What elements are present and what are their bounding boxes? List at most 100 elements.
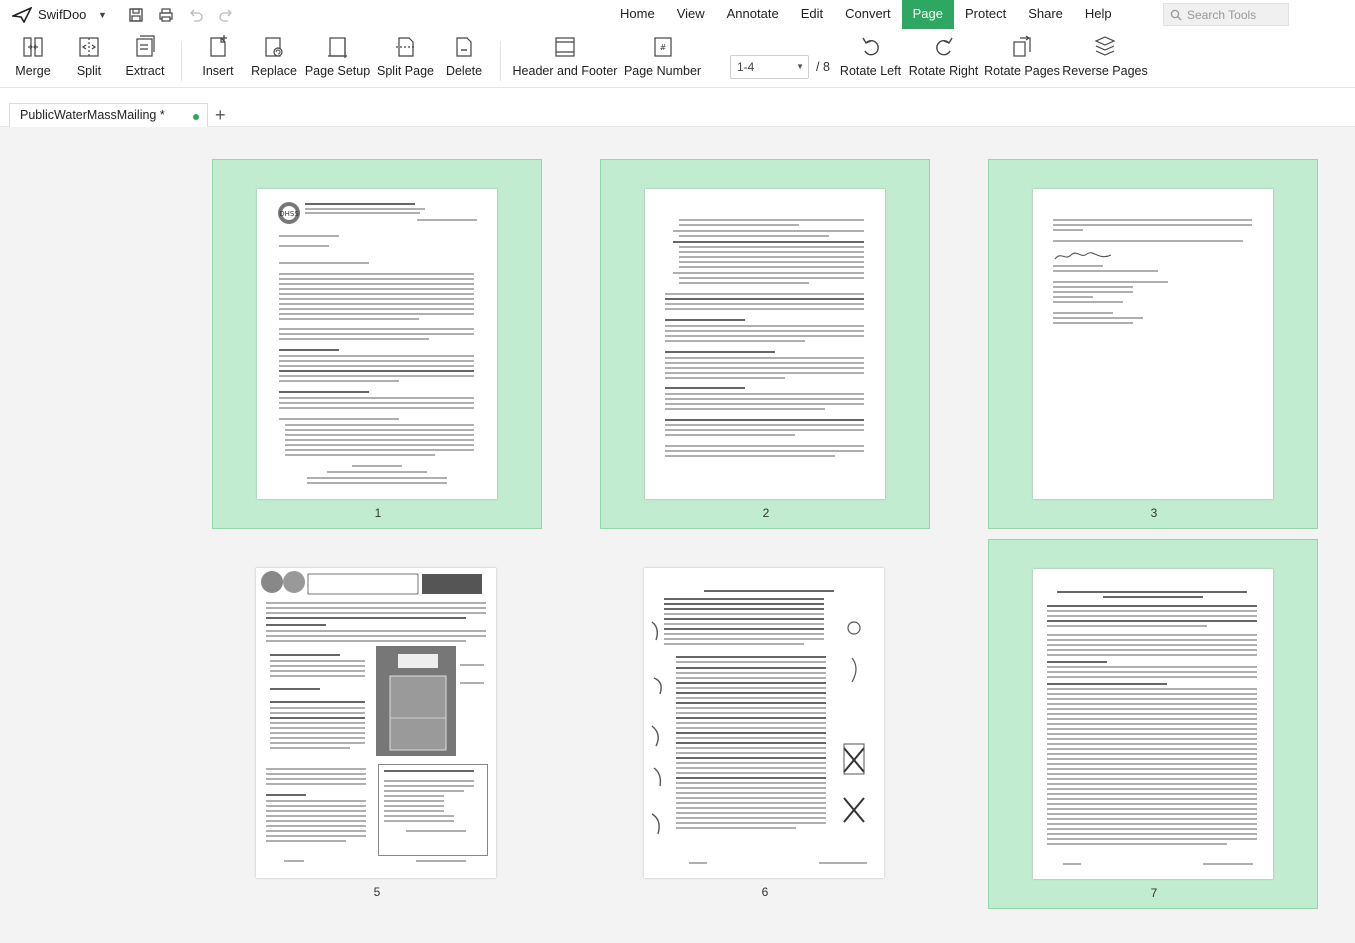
reverse-pages-label: Reverse Pages (1062, 64, 1148, 78)
dhss-seal-icon: DHSS (278, 202, 300, 224)
header-footer-icon (555, 37, 575, 57)
page-number-label: 6 (761, 885, 769, 899)
page-number-label: 7 (1150, 886, 1158, 900)
print-icon[interactable] (151, 3, 181, 27)
header-footer-button[interactable]: Header and Footer (513, 35, 617, 83)
page-setup-button[interactable]: Page Setup (304, 35, 371, 83)
ribbon-divider (181, 41, 182, 81)
app-logo[interactable]: SwifDoo (12, 6, 102, 23)
unsaved-indicator (193, 114, 199, 120)
page-number-label: 3 (1150, 506, 1158, 520)
menu-protect[interactable]: Protect (954, 0, 1017, 29)
main-menu: Home View Annotate Edit Convert Page Pro… (609, 0, 1123, 29)
merge-icon (23, 37, 43, 57)
page-thumbnail-3[interactable]: 3 (988, 159, 1318, 529)
page-setup-icon (327, 37, 347, 58)
reverse-pages-icon (1094, 36, 1116, 56)
menu-bar: SwifDoo ▼ Home View Annotate Edit Conver… (0, 0, 1355, 29)
page-thumbnail-grid: DHSS 1 2 3 5 6 7 (0, 128, 1355, 943)
menu-convert[interactable]: Convert (834, 0, 902, 29)
page-number-button[interactable]: # Page Number (623, 35, 702, 83)
page-preview (644, 568, 884, 878)
delete-button[interactable]: Delete (446, 35, 482, 83)
redo-icon[interactable] (211, 3, 241, 27)
search-icon (1170, 9, 1182, 20)
split-label: Split (76, 64, 102, 78)
split-page-icon (395, 37, 416, 57)
page-ribbon: Merge Split Extract Insert Replace Page … (0, 29, 1355, 88)
swifdoo-logo-icon (12, 6, 32, 23)
page-thumbnail-5[interactable]: 5 (212, 539, 542, 909)
rotate-pages-icon (1013, 35, 1031, 57)
save-icon[interactable] (121, 3, 151, 27)
rotate-right-label: Rotate Right (908, 64, 979, 78)
signature-icon (1054, 252, 1112, 260)
insert-page-icon (210, 35, 227, 57)
extract-label: Extract (125, 64, 165, 78)
document-tab-title: PublicWaterMassMailing * (20, 108, 165, 122)
undo-icon[interactable] (181, 3, 211, 27)
page-number-label: 5 (373, 885, 381, 899)
menu-page[interactable]: Page (901, 0, 954, 29)
insert-label: Insert (202, 64, 234, 78)
rotate-pages-label: Rotate Pages (984, 64, 1060, 78)
extract-icon (136, 35, 155, 57)
rotate-right-icon (935, 37, 953, 56)
sampling-instructions-illustration (651, 621, 662, 835)
page-setup-label: Page Setup (304, 64, 371, 78)
reverse-pages-button[interactable]: Reverse Pages (1062, 35, 1148, 83)
rotate-right-button[interactable]: Rotate Right (908, 35, 979, 83)
menu-annotate[interactable]: Annotate (716, 0, 790, 29)
svg-text:DHSS: DHSS (279, 210, 299, 218)
merge-label: Merge (15, 64, 51, 78)
ribbon-divider (500, 41, 501, 81)
page-thumbnail-1[interactable]: DHSS 1 (212, 159, 542, 529)
delete-label: Delete (445, 64, 483, 78)
delete-page-icon (456, 37, 472, 57)
page-thumbnail-2[interactable]: 2 (600, 159, 930, 529)
search-tools-input[interactable]: Search Tools (1163, 3, 1289, 26)
page-thumbnail-7[interactable]: 7 (988, 539, 1318, 909)
rotate-left-label: Rotate Left (839, 64, 902, 78)
seal-icons (261, 571, 482, 595)
menu-home[interactable]: Home (609, 0, 666, 29)
replace-button[interactable]: Replace (251, 35, 297, 83)
page-preview (256, 568, 496, 878)
page-number-label: 1 (374, 506, 382, 520)
page-total: / 8 (816, 60, 830, 74)
page-number-label: 2 (762, 506, 770, 520)
document-tab-strip: PublicWaterMassMailing * + (0, 88, 1355, 127)
menu-edit[interactable]: Edit (790, 0, 834, 29)
page-range-select[interactable]: 1-4 ▼ (730, 55, 809, 79)
split-button[interactable]: Split (75, 35, 103, 83)
insert-button[interactable]: Insert (201, 35, 235, 83)
extract-button[interactable]: Extract (126, 35, 164, 83)
svg-text:#: # (659, 43, 666, 52)
page-preview (1033, 569, 1273, 879)
menu-share[interactable]: Share (1017, 0, 1074, 29)
split-page-button[interactable]: Split Page (377, 35, 434, 83)
rotate-left-button[interactable]: Rotate Left (839, 35, 902, 83)
page-preview (645, 189, 885, 499)
rotate-pages-button[interactable]: Rotate Pages (984, 35, 1060, 83)
page-preview: DHSS (257, 189, 497, 499)
header-footer-label: Header and Footer (512, 64, 618, 78)
search-placeholder: Search Tools (1187, 7, 1257, 22)
page-number-icon: # (653, 37, 672, 57)
page-thumbnail-6[interactable]: 6 (600, 539, 930, 909)
menu-help[interactable]: Help (1074, 0, 1123, 29)
new-tab-plus-icon[interactable]: + (215, 105, 226, 125)
replace-page-icon (265, 37, 283, 57)
chevron-down-icon: ▼ (796, 62, 804, 71)
page-number-label: Page Number (623, 64, 702, 78)
document-tab[interactable]: PublicWaterMassMailing * (9, 103, 208, 127)
app-name: SwifDoo (38, 7, 87, 22)
page-range-value: 1-4 (737, 60, 755, 74)
split-icon (79, 37, 99, 57)
page-preview (1033, 189, 1273, 499)
merge-button[interactable]: Merge (15, 35, 51, 83)
split-page-label: Split Page (377, 64, 434, 78)
menu-view[interactable]: View (666, 0, 716, 29)
sample-bottle-image (376, 646, 456, 756)
app-menu-dropdown-icon[interactable]: ▼ (98, 10, 107, 20)
